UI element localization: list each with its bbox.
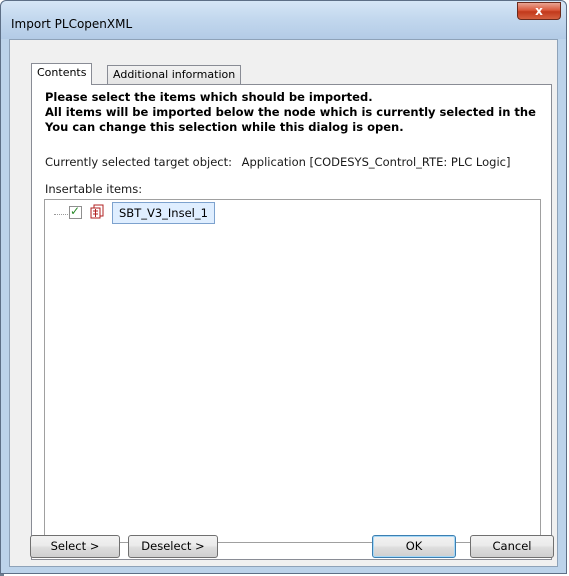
- select-button[interactable]: Select >: [30, 535, 120, 558]
- pou-object-icon: [90, 204, 104, 219]
- close-icon: x: [535, 4, 543, 18]
- deselect-button[interactable]: Deselect >: [128, 535, 218, 558]
- ok-button[interactable]: OK: [372, 535, 456, 558]
- dialog-client-area: Contents Additional information Please s…: [9, 39, 558, 567]
- close-button[interactable]: x: [517, 2, 561, 20]
- tab-contents[interactable]: Contents: [31, 63, 93, 85]
- tab-additional-information[interactable]: Additional information: [107, 65, 242, 85]
- tree-connector: [54, 214, 68, 215]
- target-object-row: Currently selected target object: Applic…: [45, 155, 510, 169]
- target-object-value: Application [CODESYS_Control_RTE: PLC Lo…: [241, 155, 511, 169]
- import-plcopenxml-dialog: Import PLCopenXML x Contents Additional …: [0, 0, 567, 574]
- dialog-title: Import PLCopenXML: [11, 17, 133, 31]
- target-object-label: Currently selected target object:: [45, 155, 232, 169]
- tree-item-label[interactable]: SBT_V3_Insel_1: [112, 202, 215, 224]
- item-checkbox[interactable]: ✓: [69, 204, 82, 219]
- insertable-items-label: Insertable items:: [45, 182, 143, 196]
- instruction-line-1: Please select the items which should be …: [45, 90, 373, 104]
- cancel-button[interactable]: Cancel: [470, 535, 554, 558]
- title-bar[interactable]: Import PLCopenXML x: [1, 1, 566, 39]
- instruction-line-3: You can change this selection while this…: [45, 120, 404, 134]
- contents-panel: Please select the items which should be …: [31, 84, 552, 560]
- insertable-items-tree[interactable]: ✓ SBT_V3_Insel_1: [44, 199, 541, 543]
- instruction-line-2: All items will be imported below the nod…: [45, 105, 536, 119]
- check-icon: ✓: [70, 204, 81, 218]
